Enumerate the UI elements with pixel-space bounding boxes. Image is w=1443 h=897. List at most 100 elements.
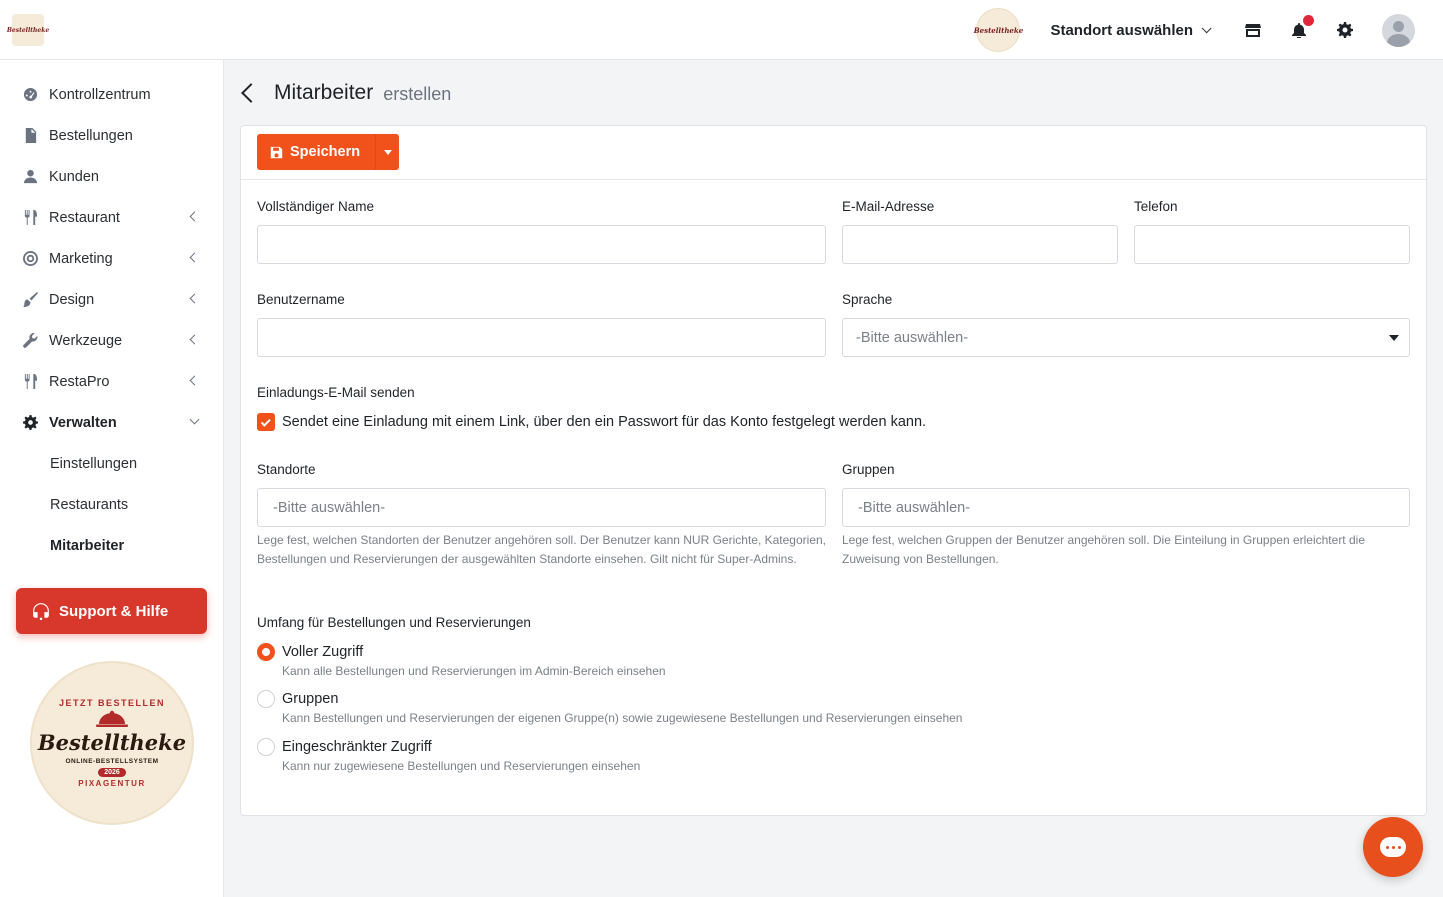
sidebar-item-design[interactable]: Design bbox=[0, 279, 224, 320]
locations-label: Standorte bbox=[257, 462, 316, 477]
support-button-label: Support & Hilfe bbox=[59, 602, 169, 620]
sidebar-item-label: Werkzeuge bbox=[49, 332, 123, 349]
save-button-label: Speichern bbox=[290, 144, 361, 160]
scope-label: Umfang für Bestellungen und Reservierung… bbox=[257, 615, 531, 630]
sidebar-subitem-label: Einstellungen bbox=[50, 455, 138, 472]
badge-subtitle: ONLINE-BESTELLSYSTEM bbox=[65, 758, 159, 765]
username-input[interactable] bbox=[257, 318, 826, 357]
sidebar-item-restapro[interactable]: RestaPro bbox=[0, 361, 224, 402]
support-button[interactable]: Support & Hilfe bbox=[16, 588, 207, 634]
chat-bubble-icon bbox=[1380, 837, 1406, 857]
phone-label: Telefon bbox=[1134, 199, 1178, 214]
caret-down-icon bbox=[1389, 335, 1399, 341]
form-toolbar: Speichern bbox=[241, 126, 1426, 180]
chevron-left-icon bbox=[189, 252, 200, 263]
sidebar-item-label: Kunden bbox=[49, 168, 99, 185]
chevron-down-icon bbox=[1201, 22, 1212, 33]
cloche-icon bbox=[96, 710, 128, 727]
scope-option-desc: Kann alle Bestellungen und Reservierunge… bbox=[282, 664, 666, 678]
logo[interactable]: Bestelltheke bbox=[7, 14, 49, 46]
sidebar-subitem-mitarbeiter[interactable]: Mitarbeiter bbox=[0, 525, 224, 566]
email-input[interactable] bbox=[842, 225, 1118, 264]
save-button[interactable]: Speichern bbox=[257, 134, 375, 170]
sidebar-item-restaurant[interactable]: Restaurant bbox=[0, 197, 224, 238]
utensils-icon bbox=[22, 210, 38, 226]
chat-button[interactable] bbox=[1363, 817, 1423, 877]
location-select[interactable]: Standort auswählen bbox=[1050, 21, 1212, 39]
target-icon bbox=[22, 251, 38, 267]
sidebar: Kontrollzentrum Bestellungen Kunden Rest… bbox=[0, 60, 224, 897]
sidebar-subitem-label: Mitarbeiter bbox=[50, 537, 125, 554]
location-logo-text: Bestelltheke bbox=[973, 25, 1024, 35]
groups-select-value: -Bitte auswählen- bbox=[858, 499, 971, 516]
language-select[interactable]: -Bitte auswählen- bbox=[842, 318, 1410, 357]
groups-label: Gruppen bbox=[842, 462, 895, 477]
language-select-value: -Bitte auswählen- bbox=[856, 329, 969, 346]
full-name-input[interactable] bbox=[257, 225, 826, 264]
groups-select[interactable]: -Bitte auswählen- bbox=[842, 488, 1410, 527]
scope-radio-restricted[interactable] bbox=[257, 738, 275, 756]
scope-radio-groups[interactable] bbox=[257, 690, 275, 708]
location-logo: Bestelltheke bbox=[973, 8, 1024, 52]
invite-checkbox[interactable] bbox=[257, 413, 275, 431]
badge-year: 2026 bbox=[98, 768, 126, 777]
sidebar-subitem-einstellungen[interactable]: Einstellungen bbox=[0, 443, 224, 484]
bestelltheke-badge: JETZT BESTELLEN Bestelltheke ONLINE-BEST… bbox=[30, 661, 194, 825]
groups-help-text: Lege fest, welchen Gruppen der Benutzer … bbox=[842, 533, 1365, 566]
scope-radio-full[interactable] bbox=[257, 643, 275, 661]
sidebar-item-bestellungen[interactable]: Bestellungen bbox=[0, 115, 224, 156]
sidebar-item-marketing[interactable]: Marketing bbox=[0, 238, 224, 279]
gear-icon[interactable] bbox=[1336, 21, 1354, 39]
language-label: Sprache bbox=[842, 292, 893, 307]
sidebar-item-label: RestaPro bbox=[49, 373, 110, 390]
store-icon[interactable] bbox=[1244, 21, 1262, 39]
sidebar-item-kontrollzentrum[interactable]: Kontrollzentrum bbox=[0, 74, 224, 115]
badge-top-text: JETZT BESTELLEN bbox=[58, 698, 165, 708]
caret-down-icon bbox=[383, 149, 392, 155]
scope-option-title: Eingeschränkter Zugriff bbox=[282, 739, 432, 755]
sidebar-item-werkzeuge[interactable]: Werkzeuge bbox=[0, 320, 224, 361]
chevron-left-icon bbox=[189, 334, 200, 345]
utensils-icon bbox=[22, 374, 38, 390]
save-button-group: Speichern bbox=[257, 134, 399, 170]
gear-icon bbox=[22, 415, 38, 431]
user-avatar-icon[interactable] bbox=[1382, 13, 1415, 47]
scope-option-title: Gruppen bbox=[282, 691, 339, 707]
location-select-label: Standort auswählen bbox=[1050, 21, 1193, 39]
sidebar-item-label: Design bbox=[49, 291, 95, 308]
check-icon bbox=[260, 416, 271, 427]
locations-select[interactable]: -Bitte auswählen- bbox=[257, 488, 826, 527]
invite-checkbox-text: Sendet eine Einladung mit einem Link, üb… bbox=[282, 414, 927, 430]
save-dropdown-toggle[interactable] bbox=[375, 134, 399, 170]
notification-dot bbox=[1303, 15, 1314, 26]
email-label: E-Mail-Adresse bbox=[842, 199, 935, 214]
bell-icon[interactable] bbox=[1290, 15, 1314, 39]
back-arrow-icon[interactable] bbox=[241, 83, 261, 103]
top-bar-actions: Bestelltheke Standort auswählen bbox=[973, 0, 1415, 60]
sidebar-item-label: Kontrollzentrum bbox=[49, 86, 151, 103]
wrench-icon bbox=[22, 333, 38, 349]
employee-form-card: Speichern Vollständiger Name E-Mail-Adre… bbox=[240, 125, 1427, 816]
invite-label: Einladungs-E-Mail senden bbox=[257, 385, 415, 400]
dashboard-icon bbox=[22, 87, 38, 103]
badge-bottom-text: PIXAGENTUR bbox=[78, 779, 146, 788]
chevron-left-icon bbox=[189, 375, 200, 386]
scope-option-title: Voller Zugriff bbox=[282, 644, 364, 660]
chevron-left-icon bbox=[189, 293, 200, 304]
page-subtitle: erstellen bbox=[383, 83, 452, 104]
sidebar-item-label: Restaurant bbox=[49, 209, 120, 226]
sidebar-item-verwalten[interactable]: Verwalten bbox=[0, 402, 224, 443]
sidebar-subitem-restaurants[interactable]: Restaurants bbox=[0, 484, 224, 525]
phone-input[interactable] bbox=[1134, 225, 1410, 264]
logo-text: Bestelltheke bbox=[6, 26, 50, 34]
sidebar-subitem-label: Restaurants bbox=[50, 496, 129, 513]
scope-option-desc: Kann Bestellungen und Reservierungen der… bbox=[282, 711, 963, 725]
locations-select-value: -Bitte auswählen- bbox=[273, 499, 386, 516]
top-bar: Bestelltheke Bestelltheke Standort auswä… bbox=[0, 0, 1443, 60]
sidebar-item-kunden[interactable]: Kunden bbox=[0, 156, 224, 197]
page-title: Mitarbeiter bbox=[274, 81, 374, 104]
badge-brand: Bestelltheke bbox=[37, 730, 187, 755]
sidebar-item-label: Bestellungen bbox=[49, 127, 133, 144]
username-label: Benutzername bbox=[257, 292, 345, 307]
scope-option-desc: Kann nur zugewiesene Bestellungen und Re… bbox=[282, 759, 641, 773]
